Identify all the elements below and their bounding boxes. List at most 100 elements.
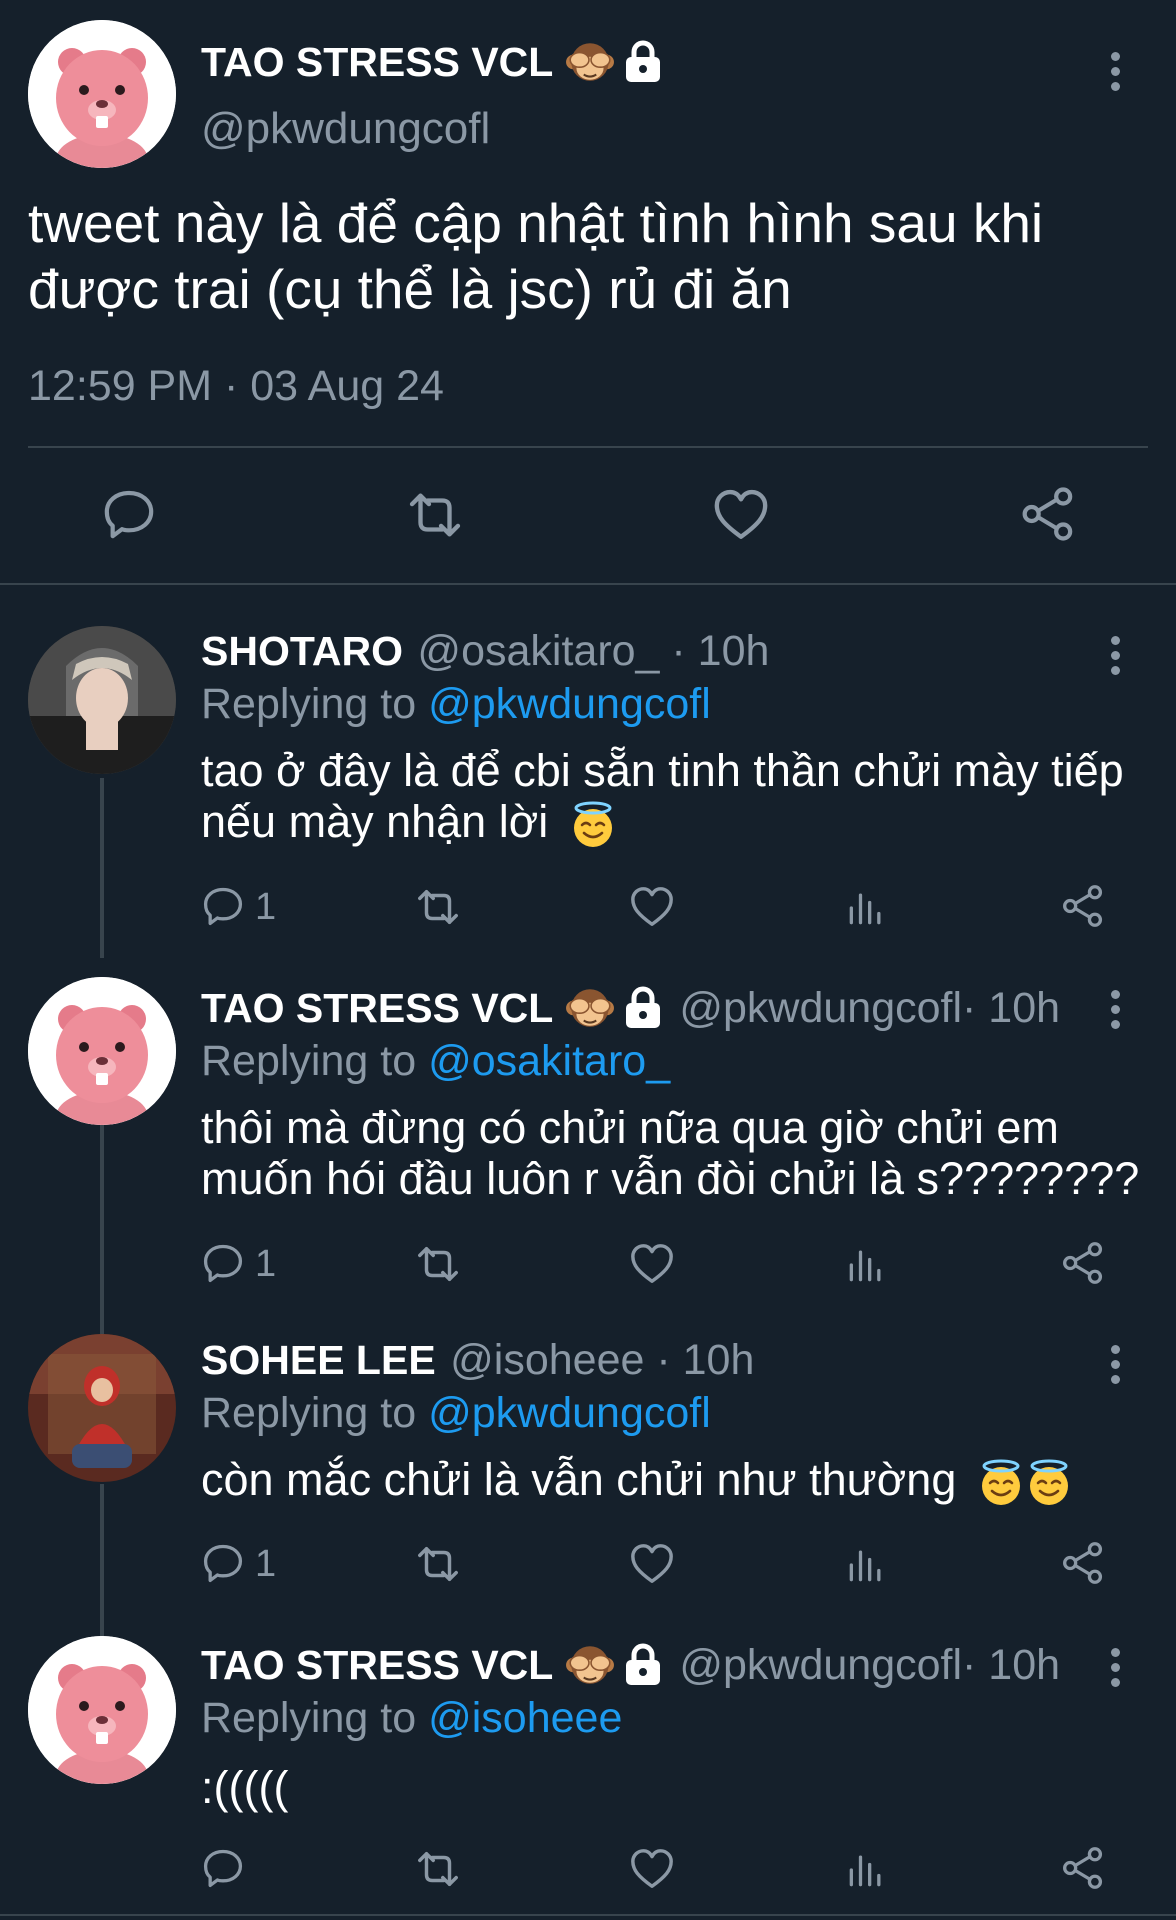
- heart-icon[interactable]: [712, 486, 770, 544]
- reply-action-bar: [0, 1846, 1176, 1896]
- retweet-icon[interactable]: [404, 486, 466, 544]
- divider: [0, 1914, 1176, 1916]
- replying-to-label: Replying to: [201, 680, 429, 728]
- reply-text: tao ở đây là để cbi sẵn tinh thần chửi m…: [201, 745, 1151, 849]
- reply-time: · 10h: [962, 983, 1061, 1032]
- main-action-bar: [0, 486, 1176, 546]
- lock-icon: [623, 986, 663, 1030]
- reply-text: thôi mà đừng có chửi nữa qua giờ chửi em…: [201, 1102, 1161, 1204]
- author-handle[interactable]: @pkwdungcofl: [201, 104, 490, 154]
- reply-text: :(((((: [201, 1762, 288, 1813]
- share-icon[interactable]: [1061, 1846, 1105, 1890]
- more-vertical-icon[interactable]: [1111, 990, 1123, 1035]
- replying-to-handle[interactable]: @osakitaro_: [428, 1037, 670, 1085]
- reply-action-bar: 1: [0, 1241, 1176, 1291]
- more-vertical-icon[interactable]: [1111, 1648, 1123, 1693]
- share-icon[interactable]: [1020, 486, 1076, 542]
- replying-to-handle[interactable]: @pkwdungcofl: [428, 680, 711, 728]
- reply-avatar[interactable]: [28, 1636, 176, 1784]
- reply-author-name[interactable]: SOHEE LEE: [201, 1337, 436, 1383]
- tweet-text-line: được trai (cụ thể là jsc) rủ đi ăn: [28, 258, 792, 320]
- reply-time: · 10h: [644, 1336, 755, 1384]
- tweet-text-line: tweet này là để cập nhật tình hình sau k…: [28, 192, 1044, 254]
- reply-header: TAO STRESS VCL @pkwdungcofl · 10h: [201, 1640, 1060, 1690]
- heart-icon[interactable]: [629, 884, 675, 930]
- replying-to-handle[interactable]: @isoheee: [428, 1694, 622, 1742]
- more-vertical-icon[interactable]: [1111, 1345, 1123, 1390]
- retweet-icon[interactable]: [413, 1541, 463, 1587]
- reply-author-name[interactable]: TAO STRESS VCL: [201, 985, 553, 1032]
- heart-icon[interactable]: [629, 1241, 675, 1287]
- reply-text-line: muốn hói đầu luôn r vẫn đòi chửi là s???…: [201, 1153, 1140, 1204]
- views-icon[interactable]: [844, 1543, 888, 1587]
- divider: [0, 583, 1176, 585]
- reply-text-line-wrap: nếu mày nhận lời: [201, 796, 1151, 849]
- reply-avatar[interactable]: [28, 1334, 176, 1482]
- reply-time: · 10h: [659, 627, 770, 675]
- tweet-text: tweet này là để cập nhật tình hình sau k…: [28, 190, 1148, 322]
- views-icon[interactable]: [844, 886, 888, 930]
- halo-face-icon: [1025, 1459, 1073, 1507]
- replying-to-label: Replying to: [201, 1037, 429, 1085]
- see-no-evil-monkey-icon: [565, 983, 615, 1033]
- reply-author-handle[interactable]: @isoheee: [450, 1336, 644, 1384]
- reply-icon[interactable]: [201, 1846, 245, 1890]
- replying-to: Replying to @isoheee: [201, 1694, 622, 1743]
- reply-text-line: tao ở đây là để cbi sẵn tinh thần chửi m…: [201, 745, 1124, 796]
- reply-author-handle[interactable]: @pkwdungcofl: [679, 984, 962, 1033]
- reply-text-line: :(((((: [201, 1762, 289, 1813]
- lock-icon: [623, 40, 663, 84]
- reply-time: · 10h: [962, 1640, 1061, 1689]
- reply-count: 1: [255, 1543, 277, 1585]
- replying-to-label: Replying to: [201, 1694, 429, 1742]
- lock-icon: [623, 1643, 663, 1687]
- replying-to-label: Replying to: [201, 1389, 429, 1437]
- retweet-icon[interactable]: [413, 1846, 463, 1892]
- reply-avatar[interactable]: [28, 977, 176, 1125]
- divider: [28, 446, 1148, 448]
- author-avatar[interactable]: [28, 20, 176, 168]
- halo-face-icon: [977, 1459, 1025, 1507]
- replying-to-handle[interactable]: @pkwdungcofl: [428, 1389, 711, 1437]
- reply-text-line: còn mắc chửi là vẫn chửi như thường: [201, 1454, 957, 1505]
- reply-action-bar: 1: [0, 1541, 1176, 1591]
- reply-count: 1: [255, 886, 277, 928]
- thread-line: [100, 1124, 104, 1334]
- reply-icon[interactable]: [101, 486, 157, 542]
- reply-icon[interactable]: [201, 1241, 245, 1285]
- author-name-row: TAO STRESS VCL: [201, 37, 663, 87]
- more-vertical-icon[interactable]: [1111, 52, 1123, 97]
- share-icon[interactable]: [1061, 884, 1105, 928]
- reply-icon[interactable]: [201, 884, 245, 928]
- halo-face-icon: [569, 801, 617, 849]
- share-icon[interactable]: [1061, 1541, 1105, 1585]
- replying-to: Replying to @osakitaro_: [201, 1037, 670, 1086]
- retweet-icon[interactable]: [413, 1241, 463, 1287]
- more-vertical-icon[interactable]: [1111, 636, 1123, 681]
- replying-to: Replying to @pkwdungcofl: [201, 1389, 711, 1438]
- reply-action-bar: 1: [0, 884, 1176, 934]
- reply-header: SHOTARO @osakitaro_ · 10h: [201, 627, 769, 676]
- reply-header: SOHEE LEE @isoheee · 10h: [201, 1336, 754, 1385]
- share-icon[interactable]: [1061, 1241, 1105, 1285]
- tweet-timestamp: 12:59 PM · 03 Aug 24: [28, 362, 444, 410]
- heart-icon[interactable]: [629, 1541, 675, 1587]
- see-no-evil-monkey-icon: [565, 37, 615, 87]
- reply-text-line: nếu mày nhận lời: [201, 796, 549, 847]
- retweet-icon[interactable]: [413, 884, 463, 930]
- heart-icon[interactable]: [629, 1846, 675, 1892]
- reply-header: TAO STRESS VCL @pkwdungcofl · 10h: [201, 983, 1060, 1033]
- reply-author-handle[interactable]: @osakitaro_: [417, 627, 659, 675]
- replying-to: Replying to @pkwdungcofl: [201, 680, 711, 729]
- reply-count: 1: [255, 1243, 277, 1285]
- reply-avatar[interactable]: [28, 626, 176, 774]
- views-icon[interactable]: [844, 1848, 888, 1892]
- reply-author-handle[interactable]: @pkwdungcofl: [679, 1641, 962, 1690]
- reply-icon[interactable]: [201, 1541, 245, 1585]
- reply-author-name[interactable]: TAO STRESS VCL: [201, 1642, 553, 1689]
- views-icon[interactable]: [844, 1243, 888, 1287]
- reply-text-line: thôi mà đừng có chửi nữa qua giờ chửi em: [201, 1102, 1059, 1153]
- reply-author-name[interactable]: SHOTARO: [201, 628, 403, 674]
- reply-text: còn mắc chửi là vẫn chửi như thường: [201, 1454, 1161, 1507]
- author-name[interactable]: TAO STRESS VCL: [201, 39, 553, 86]
